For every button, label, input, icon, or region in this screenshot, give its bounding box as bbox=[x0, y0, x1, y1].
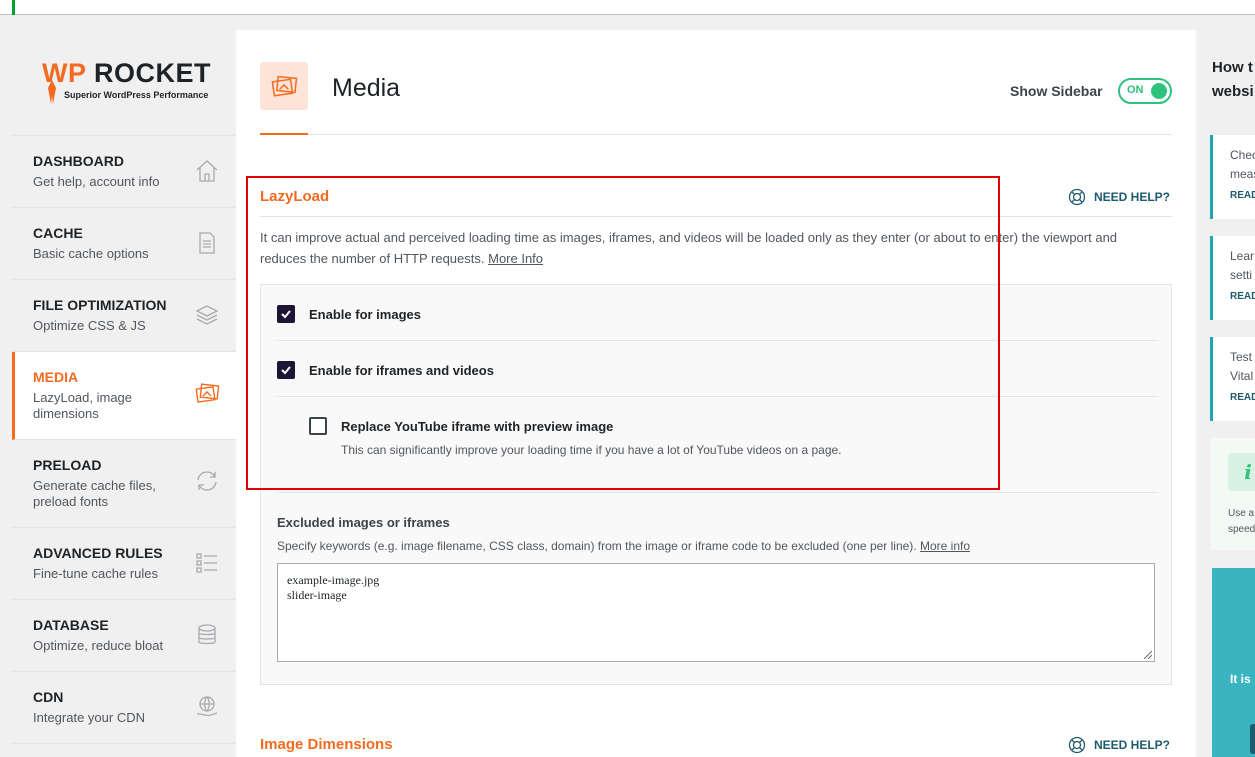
nav-item-database[interactable]: DATABASE Optimize, reduce bloat bbox=[12, 600, 236, 672]
toggle-state: ON bbox=[1127, 84, 1144, 96]
info-text-line: Use a bbox=[1228, 508, 1255, 519]
nav-item-preload[interactable]: PRELOAD Generate cache files, preload fo… bbox=[12, 440, 236, 528]
header-accent bbox=[260, 133, 308, 135]
help-card[interactable]: Lear setti READ bbox=[1210, 236, 1255, 320]
info-card: i Use a speed bbox=[1210, 438, 1255, 550]
globe-hand-icon bbox=[196, 696, 218, 717]
settings-nav: DASHBOARD Get help, account info CACHE B… bbox=[12, 135, 236, 744]
nav-subtitle: Get help, account info bbox=[33, 174, 160, 189]
lazyload-need-help[interactable]: NEED HELP? bbox=[1068, 188, 1170, 206]
help-card-text: Vital bbox=[1230, 369, 1254, 383]
help-card[interactable]: Test Vital READ bbox=[1210, 337, 1255, 421]
house-icon bbox=[196, 160, 218, 182]
option-divider bbox=[277, 492, 1157, 493]
promo-button[interactable] bbox=[1250, 724, 1255, 754]
logo-rocket: ROCKET bbox=[94, 58, 212, 88]
media-page-icon bbox=[260, 62, 308, 110]
nav-subtitle: Generate cache files, preload fonts bbox=[33, 478, 156, 509]
resize-handle-icon[interactable] bbox=[1144, 651, 1152, 659]
nav-item-dashboard[interactable]: DASHBOARD Get help, account info bbox=[12, 136, 236, 208]
help-card-read-link[interactable]: READ bbox=[1230, 291, 1255, 302]
lifebuoy-icon bbox=[1068, 188, 1086, 206]
admin-topbar bbox=[0, 0, 1255, 15]
images-icon bbox=[195, 383, 220, 403]
help-heading: How t websi bbox=[1212, 56, 1254, 104]
nav-item-cache[interactable]: CACHE Basic cache options bbox=[12, 208, 236, 280]
rocket-flame-icon bbox=[48, 80, 56, 104]
need-help-label: NEED HELP? bbox=[1094, 738, 1171, 752]
refresh-icon bbox=[197, 471, 217, 491]
help-card-text: Chec bbox=[1230, 148, 1255, 162]
list-icon bbox=[196, 553, 217, 573]
excluded-more-info-link[interactable]: More info bbox=[920, 539, 970, 553]
help-heading-line: How t bbox=[1212, 59, 1253, 76]
excluded-line: slider-image bbox=[287, 588, 347, 602]
nav-subtitle: Integrate your CDN bbox=[33, 710, 145, 725]
excluded-title: Excluded images or iframes bbox=[277, 515, 450, 530]
excluded-line: example-image.jpg bbox=[287, 573, 380, 587]
nav-subtitle: LazyLoad, image dimensions bbox=[33, 390, 133, 421]
help-card-text: Test bbox=[1230, 350, 1253, 364]
help-card-read-link[interactable]: READ bbox=[1230, 190, 1255, 201]
help-card-text: meas bbox=[1230, 167, 1255, 181]
image-dimensions-title: Image Dimensions bbox=[260, 736, 393, 753]
info-text-line: speed bbox=[1228, 524, 1255, 535]
notice-indicator bbox=[12, 0, 15, 15]
file-icon bbox=[199, 232, 215, 254]
logo-tagline: Superior WordPress Performance bbox=[64, 90, 209, 100]
highlight-box bbox=[246, 176, 1000, 490]
help-heading-line: websi bbox=[1212, 83, 1254, 100]
nav-subtitle: Fine-tune cache rules bbox=[33, 566, 159, 581]
help-card-text: Lear bbox=[1230, 249, 1255, 263]
page-title: Media bbox=[332, 74, 401, 102]
image-dimensions-need-help[interactable]: NEED HELP? bbox=[1068, 736, 1170, 754]
excluded-description: Specify keywords (e.g. image filename, C… bbox=[277, 539, 970, 553]
excluded-description-text: Specify keywords (e.g. image filename, C… bbox=[277, 539, 917, 553]
show-sidebar-label: Show Sidebar bbox=[1010, 83, 1103, 99]
nav-item-cdn[interactable]: CDN Integrate your CDN bbox=[12, 672, 236, 744]
nav-item-file-optimization[interactable]: FILE OPTIMIZATION Optimize CSS & JS bbox=[12, 280, 236, 352]
need-help-label: NEED HELP? bbox=[1094, 190, 1171, 204]
wp-rocket-logo[interactable]: WP ROCKET Superior WordPress Performance bbox=[12, 30, 236, 135]
help-card-text: setti bbox=[1230, 268, 1253, 282]
show-sidebar-toggle[interactable]: ON bbox=[1118, 78, 1172, 104]
info-icon: i bbox=[1228, 453, 1255, 491]
nav-subtitle: Optimize CSS & JS bbox=[33, 318, 146, 333]
info-text: Use a speed bbox=[1228, 506, 1255, 538]
promo-card: It is bbox=[1212, 568, 1255, 757]
nav-item-advanced-rules[interactable]: ADVANCED RULES Fine-tune cache rules bbox=[12, 528, 236, 600]
logo-text: WP ROCKET bbox=[42, 58, 211, 89]
nav-subtitle: Basic cache options bbox=[33, 246, 149, 261]
excluded-textarea[interactable]: example-image.jpg slider-image bbox=[277, 563, 1155, 662]
database-icon bbox=[198, 624, 216, 645]
lifebuoy-icon bbox=[1068, 736, 1086, 754]
toggle-knob bbox=[1151, 83, 1167, 99]
help-card[interactable]: Chec meas READ bbox=[1210, 135, 1255, 219]
nav-subtitle: Optimize, reduce bloat bbox=[33, 638, 164, 653]
layers-icon bbox=[195, 305, 219, 325]
promo-text: It is bbox=[1230, 672, 1251, 686]
help-card-read-link[interactable]: READ bbox=[1230, 392, 1255, 403]
header-divider bbox=[260, 134, 1172, 135]
nav-item-media[interactable]: MEDIA LazyLoad, image dimensions bbox=[12, 352, 236, 440]
wp-rocket-sidebar: WP ROCKET Superior WordPress Performance… bbox=[12, 30, 236, 757]
help-sidebar: How t websi Chec meas READ Lear setti REA… bbox=[1196, 30, 1255, 757]
images-icon bbox=[271, 75, 298, 97]
